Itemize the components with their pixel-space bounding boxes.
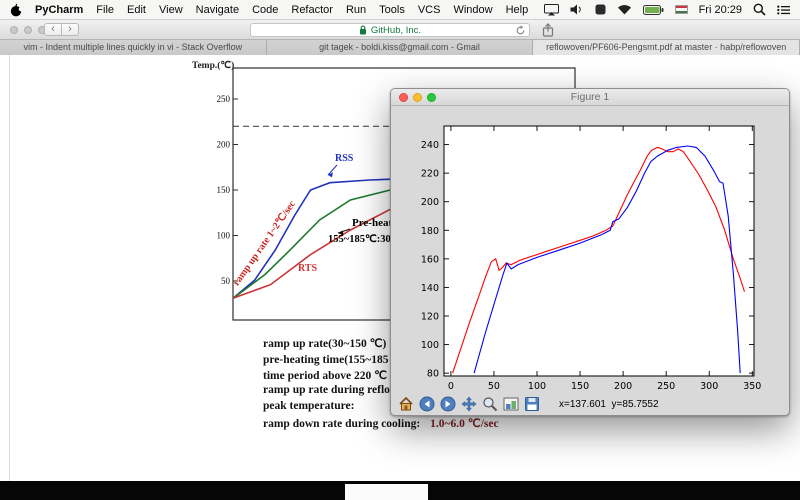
tab-reflowoven-pdf[interactable]: reflowoven/PF606-Pengsmt.pdf at master ·…: [533, 40, 800, 55]
figure-window[interactable]: Figure 1 0 50 100 150 200 250 300 350 80 100 120 14…: [390, 88, 790, 416]
back-button[interactable]: ‹: [44, 23, 62, 36]
https-lock-icon: [359, 25, 367, 35]
input-source-flag-icon[interactable]: [674, 5, 688, 14]
close-button[interactable]: [399, 93, 408, 102]
svg-text:100: 100: [421, 340, 439, 351]
menu-extra-app-icon[interactable]: [595, 4, 606, 15]
svg-text:350: 350: [743, 381, 761, 392]
menu-navigate[interactable]: Navigate: [196, 4, 239, 16]
svg-text:150: 150: [217, 185, 231, 195]
svg-text:200: 200: [614, 381, 632, 392]
rts-curve-label: RTS: [298, 263, 318, 274]
svg-text:100: 100: [217, 231, 231, 241]
svg-text:300: 300: [700, 381, 718, 392]
zoom-icon[interactable]: [482, 396, 498, 412]
svg-text:200: 200: [217, 140, 231, 150]
menu-view[interactable]: View: [159, 4, 183, 16]
page-edge-line: [9, 55, 10, 481]
figure-title-bar[interactable]: Figure 1: [391, 89, 789, 106]
zoom-button[interactable]: [427, 93, 436, 102]
address-text: GitHub, Inc.: [370, 24, 422, 36]
menu-file[interactable]: File: [96, 4, 114, 16]
reload-icon[interactable]: [515, 25, 526, 36]
svg-text:220: 220: [421, 169, 439, 180]
menu-vcs[interactable]: VCS: [418, 4, 441, 16]
svg-text:160: 160: [421, 254, 439, 265]
menubar-clock[interactable]: Fri 20:29: [699, 4, 742, 16]
menu-refactor[interactable]: Refactor: [291, 4, 333, 16]
svg-text:140: 140: [421, 283, 439, 294]
menu-help[interactable]: Help: [506, 4, 529, 16]
window-controls: [10, 26, 46, 34]
app-menu-title[interactable]: PyCharm: [35, 4, 83, 16]
cursor-coordinates: x=137.601 y=85.7552: [559, 398, 659, 410]
svg-text:180: 180: [421, 226, 439, 237]
battery-icon[interactable]: [642, 4, 664, 15]
background-window-sliver: [345, 484, 428, 500]
volume-icon[interactable]: [570, 4, 584, 15]
tab-gmail[interactable]: git tagek - boldi.kiss@gmail.com - Gmail: [266, 40, 534, 55]
svg-text:50: 50: [221, 276, 231, 286]
menu-tools[interactable]: Tools: [379, 4, 405, 16]
svg-text:200: 200: [421, 197, 439, 208]
pan-icon[interactable]: [461, 396, 477, 412]
svg-text:80: 80: [427, 369, 439, 380]
save-icon[interactable]: [524, 396, 540, 412]
tab-bar: vim - Indent multiple lines quickly in v…: [0, 40, 800, 55]
macos-menubar: PyCharm File Edit View Navigate Code Ref…: [0, 0, 800, 20]
figure-canvas[interactable]: 0 50 100 150 200 250 300 350 80 100 120 140 160 180 20…: [391, 105, 789, 395]
minimize-button[interactable]: [413, 93, 422, 102]
svg-text:250: 250: [217, 94, 231, 104]
svg-text:240: 240: [421, 140, 439, 151]
forward-icon[interactable]: [440, 396, 456, 412]
svg-text:150: 150: [571, 381, 589, 392]
spotlight-icon[interactable]: [753, 3, 766, 16]
figure-plot-area[interactable]: 0 50 100 150 200 250 300 350 80 100 120 140 160 180 20…: [391, 105, 789, 395]
menu-run[interactable]: Run: [346, 4, 366, 16]
svg-text:120: 120: [421, 312, 439, 323]
svg-text:250: 250: [657, 381, 675, 392]
tab-stackoverflow[interactable]: vim - Indent multiple lines quickly in v…: [0, 40, 267, 55]
figure-window-controls: [399, 93, 436, 102]
spec-line: ramp down rate during cooling: 1.0~6.0 ℃/…: [263, 418, 499, 430]
home-icon[interactable]: [398, 396, 414, 412]
close-button[interactable]: [10, 26, 18, 34]
svg-text:100: 100: [528, 381, 546, 392]
svg-text:50: 50: [488, 381, 500, 392]
menu-edit[interactable]: Edit: [127, 4, 146, 16]
wifi-icon[interactable]: [617, 4, 632, 15]
forward-button[interactable]: ›: [61, 23, 79, 36]
chart-y-axis-label: Temp.(℃): [192, 61, 235, 71]
menubar-status-area: Fri 20:29: [543, 3, 790, 16]
figure-window-title: Figure 1: [570, 91, 610, 103]
preheat-annotation-range: 155~185℃:30~: [328, 234, 397, 245]
back-icon[interactable]: [419, 396, 435, 412]
address-bar[interactable]: GitHub, Inc.: [250, 23, 530, 37]
minimize-button[interactable]: [24, 26, 32, 34]
rss-curve-label: RSS: [335, 153, 354, 164]
browser-toolbar: ‹ › GitHub, Inc.: [0, 20, 800, 40]
svg-text:0: 0: [448, 381, 454, 392]
apple-menu-icon[interactable]: [10, 3, 22, 17]
notification-center-icon[interactable]: [777, 5, 790, 15]
preheat-annotation-title: Pre-heat: [352, 217, 393, 229]
figure-toolbar: x=137.601 y=85.7552: [391, 393, 789, 415]
share-icon[interactable]: [542, 23, 554, 37]
configure-subplots-icon[interactable]: [503, 396, 519, 412]
menu-window[interactable]: Window: [453, 4, 492, 16]
menu-code[interactable]: Code: [252, 4, 278, 16]
airplay-display-icon[interactable]: [543, 3, 559, 16]
nav-buttons: ‹ ›: [44, 23, 79, 36]
